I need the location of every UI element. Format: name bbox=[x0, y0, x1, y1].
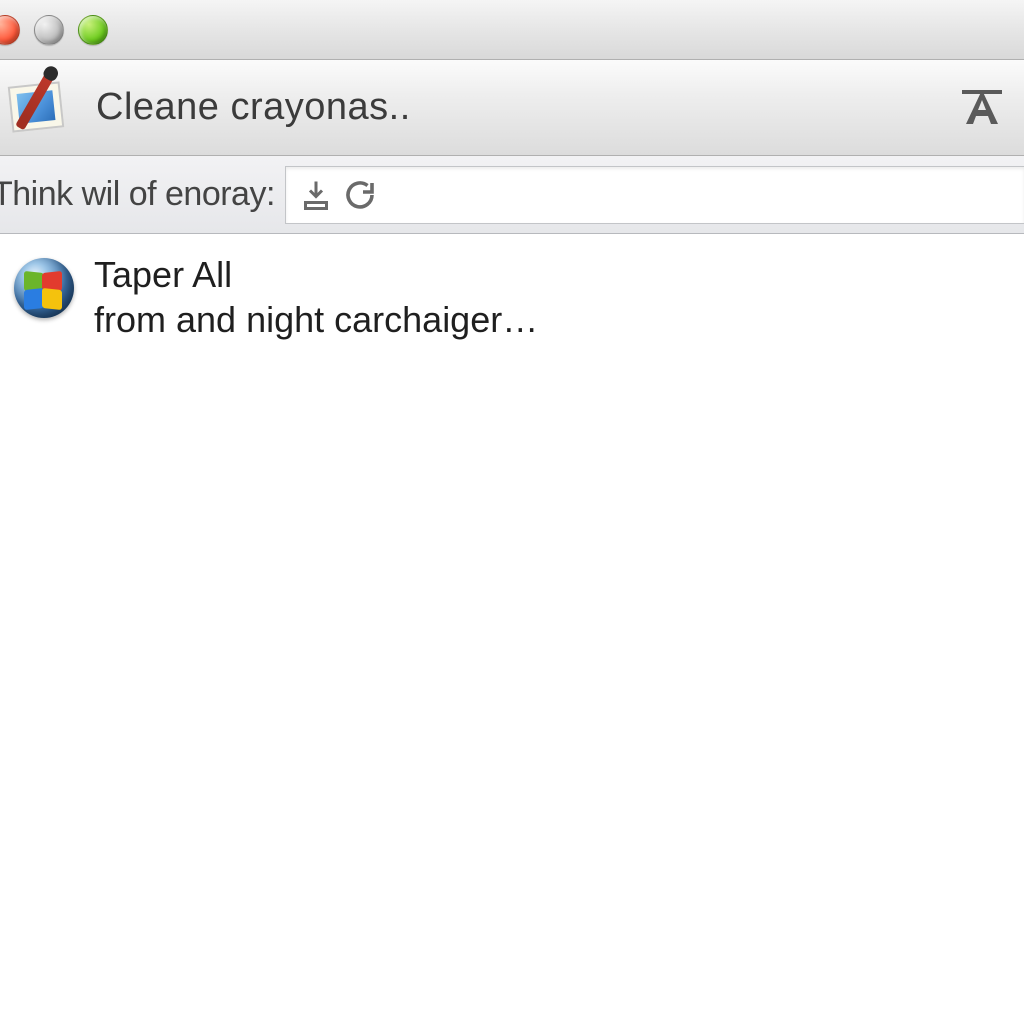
refresh-icon[interactable] bbox=[342, 177, 378, 213]
app-title: Cleane crayonas.. bbox=[96, 86, 934, 129]
toolbar: Cleane crayonas.. bbox=[0, 60, 1024, 156]
list-item[interactable]: Taper All from and night carchaiger… bbox=[14, 252, 1010, 342]
list-item-subtitle: from and night carchaiger… bbox=[94, 297, 538, 342]
paint-app-icon bbox=[6, 74, 74, 142]
search-label: Think wil of enoray: bbox=[0, 175, 285, 214]
list-item-title: Taper All bbox=[94, 252, 538, 297]
title-bar bbox=[0, 0, 1024, 60]
search-bar: Think wil of enoray: bbox=[0, 156, 1024, 234]
content-area: Taper All from and night carchaiger… bbox=[0, 234, 1024, 360]
zoom-button[interactable] bbox=[78, 15, 108, 45]
minimize-button[interactable] bbox=[34, 15, 64, 45]
download-icon[interactable] bbox=[298, 177, 334, 213]
text-tool-button[interactable] bbox=[956, 82, 1008, 134]
windows-logo-icon bbox=[14, 258, 74, 318]
close-button[interactable] bbox=[0, 15, 20, 45]
list-item-text: Taper All from and night carchaiger… bbox=[94, 252, 538, 342]
text-tool-icon bbox=[958, 84, 1006, 132]
search-input[interactable] bbox=[285, 166, 1024, 224]
search-input-icons bbox=[298, 177, 378, 213]
